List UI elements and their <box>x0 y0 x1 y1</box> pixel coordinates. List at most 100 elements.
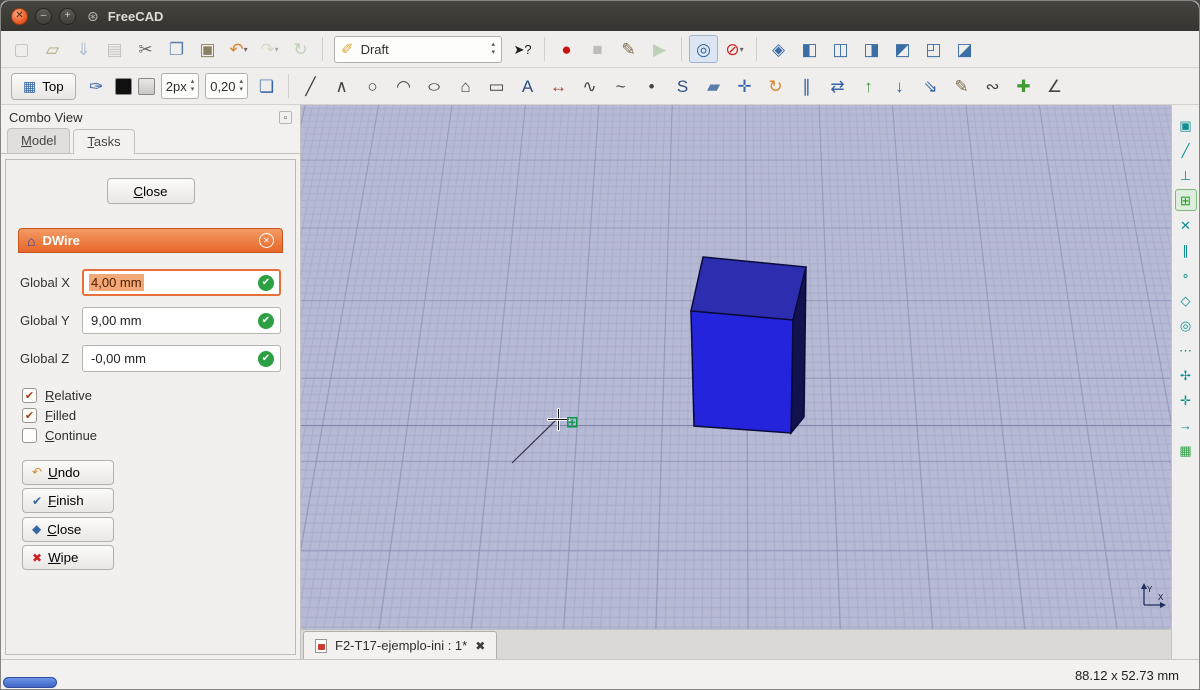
rear-view-icon[interactable]: ◩ <box>888 35 917 63</box>
text-input[interactable]: 4,00 mm ✔ <box>82 269 281 296</box>
dwire-close-icon[interactable]: ✕ <box>259 233 274 248</box>
filled-checkbox[interactable]: ✔ Filled <box>22 408 279 423</box>
checkbox-box[interactable]: ✔ <box>22 388 37 403</box>
draft-wire-icon[interactable]: ∧ <box>327 72 356 100</box>
float-panel-icon[interactable]: ▫ <box>279 111 292 124</box>
cut-icon[interactable]: ✂ <box>131 35 160 63</box>
close-window-button[interactable]: ✕ <box>11 8 28 25</box>
text-input[interactable]: 9,00 mm ✔ <box>82 307 281 334</box>
toolbar-separator <box>681 37 682 61</box>
axonometric-view-icon[interactable]: ◈ <box>764 35 793 63</box>
3d-viewport[interactable]: ⊞ Y X <box>301 105 1171 629</box>
stepper-arrows-icon[interactable]: ▴▾ <box>240 78 244 93</box>
snap-center-icon[interactable]: ◇ <box>1175 289 1197 311</box>
paste-icon[interactable]: ▣ <box>193 35 222 63</box>
front-view-icon[interactable]: ◧ <box>795 35 824 63</box>
macro-play-icon[interactable]: ▶ <box>645 35 674 63</box>
bottom-view-icon[interactable]: ◰ <box>919 35 948 63</box>
draft-wire-to-bspline-icon[interactable]: ∾ <box>978 72 1007 100</box>
relative-checkbox[interactable]: ✔ Relative <box>22 388 279 403</box>
snap-midpoint-icon[interactable]: ∘ <box>1175 264 1197 286</box>
draft-shapestring-icon[interactable]: S <box>668 72 697 100</box>
snap-grid-icon[interactable]: ⊞ <box>1175 189 1197 211</box>
maximize-window-button[interactable]: + <box>59 8 76 25</box>
snap-near-icon[interactable]: ✢ <box>1175 364 1197 386</box>
workbench-selector[interactable]: ✐ Draft ▴▾ <box>334 36 502 63</box>
text-input[interactable]: -0,00 mm ✔ <box>82 345 281 372</box>
snap-extension-icon[interactable]: → <box>1175 414 1197 436</box>
text-scale-stepper[interactable]: 0,20 ▴▾ <box>205 73 248 99</box>
draft-bezier-icon[interactable]: ~ <box>606 72 635 100</box>
close-task-button[interactable]: ◆ Close <box>22 517 114 542</box>
snap-ortho-icon[interactable]: ✛ <box>1175 389 1197 411</box>
top-view-icon[interactable]: ◫ <box>826 35 855 63</box>
draft-facebinder-icon[interactable]: ▰ <box>699 72 728 100</box>
draft-polygon-icon[interactable]: ⌂ <box>451 72 480 100</box>
draft-rotate-icon[interactable]: ↻ <box>761 72 790 100</box>
draft-trimex-icon[interactable]: ⇄ <box>823 72 852 100</box>
macro-edit-icon[interactable]: ✎ <box>614 35 643 63</box>
overlay-scrollbar-thumb[interactable] <box>3 677 57 688</box>
cube-object[interactable] <box>688 255 828 445</box>
draft-dimension-icon[interactable]: ↔ <box>544 72 573 100</box>
wipe-task-button[interactable]: ✖ Wipe <box>22 545 114 570</box>
snap-endpoint-icon[interactable]: ╱ <box>1175 139 1197 161</box>
draft-upgrade-icon[interactable]: ↑ <box>854 72 883 100</box>
snap-lock-icon[interactable]: ▣ <box>1175 114 1197 136</box>
construction-mode-icon[interactable]: ✑ <box>82 72 111 100</box>
undo-task-button[interactable]: ↶ Undo <box>22 460 114 485</box>
snap-parallel-icon[interactable]: ∥ <box>1175 239 1197 261</box>
draft-scale-icon[interactable]: ⇘ <box>916 72 945 100</box>
line-width-stepper[interactable]: 2px ▴▾ <box>161 73 199 99</box>
document-tab[interactable]: F2-T17-ejemplo-ini : 1* ✖ <box>303 631 497 659</box>
draft-edit-icon[interactable]: ✎ <box>947 72 976 100</box>
right-view-icon[interactable]: ◨ <box>857 35 886 63</box>
draft-slope-icon[interactable]: ∠ <box>1040 72 1069 100</box>
finish-task-button[interactable]: ✔ Finish <box>22 488 114 513</box>
checkbox-box[interactable]: ✔ <box>22 428 37 443</box>
print-icon[interactable]: ▤ <box>100 35 129 63</box>
autogroup-icon[interactable]: ❏ <box>252 72 281 100</box>
open-folder-icon[interactable]: ▱ <box>38 35 67 63</box>
draft-add-point-icon[interactable]: ✚ <box>1009 72 1038 100</box>
new-document-icon[interactable]: ▢ <box>7 35 36 63</box>
draft-downgrade-icon[interactable]: ↓ <box>885 72 914 100</box>
line-color-swatch[interactable] <box>115 78 132 95</box>
redo-icon[interactable]: ↷ ▾ <box>255 35 284 63</box>
snap-perpendicular-icon[interactable]: ⊥ <box>1175 164 1197 186</box>
draft-point-icon[interactable]: • <box>637 72 666 100</box>
draft-offset-icon[interactable]: ∥ <box>792 72 821 100</box>
snap-circle-icon[interactable]: ◎ <box>1175 314 1197 336</box>
draft-ellipse-icon[interactable]: ○ <box>420 72 449 100</box>
copy-icon[interactable]: ❐ <box>162 35 191 63</box>
refresh-icon[interactable]: ↻ <box>286 35 315 63</box>
whatsthis-icon[interactable]: ➤? <box>508 35 537 63</box>
continue-checkbox[interactable]: ✔ Continue <box>22 428 279 443</box>
draft-bspline-icon[interactable]: ∿ <box>575 72 604 100</box>
left-view-icon[interactable]: ◪ <box>950 35 979 63</box>
snap-intersection-icon[interactable]: ✕ <box>1175 214 1197 236</box>
clipping-plane-icon[interactable]: ⊘ ▾ <box>720 35 749 63</box>
checkbox-box[interactable]: ✔ <box>22 408 37 423</box>
save-icon[interactable]: ⇓ <box>69 35 98 63</box>
face-color-swatch[interactable] <box>138 78 155 95</box>
zoom-fit-icon[interactable]: ◎ <box>689 35 718 63</box>
undo-icon[interactable]: ↶ ▾ <box>224 35 253 63</box>
close-tasks-button[interactable]: Close <box>107 178 195 204</box>
stepper-arrows-icon[interactable]: ▴▾ <box>191 78 195 93</box>
draft-text-icon[interactable]: A <box>513 72 542 100</box>
working-plane-button[interactable]: ▦ Top <box>11 73 76 100</box>
tab-tasks[interactable]: Tasks <box>73 129 134 154</box>
macro-stop-icon[interactable]: ■ <box>583 35 612 63</box>
tab-model[interactable]: Model <box>7 128 70 153</box>
toggle-grid-icon[interactable]: ▦ <box>1175 439 1197 461</box>
minimize-window-button[interactable]: – <box>35 8 52 25</box>
draft-line-icon[interactable]: ╱ <box>296 72 325 100</box>
draft-rectangle-icon[interactable]: ▭ <box>482 72 511 100</box>
draft-move-icon[interactable]: ✛ <box>730 72 759 100</box>
snap-dimensions-icon[interactable]: ⋯ <box>1175 339 1197 361</box>
macro-record-icon[interactable]: ● <box>552 35 581 63</box>
draft-circle-icon[interactable]: ○ <box>358 72 387 100</box>
draft-arc-icon[interactable]: ◠ <box>389 72 418 100</box>
close-document-icon[interactable]: ✖ <box>475 639 485 653</box>
